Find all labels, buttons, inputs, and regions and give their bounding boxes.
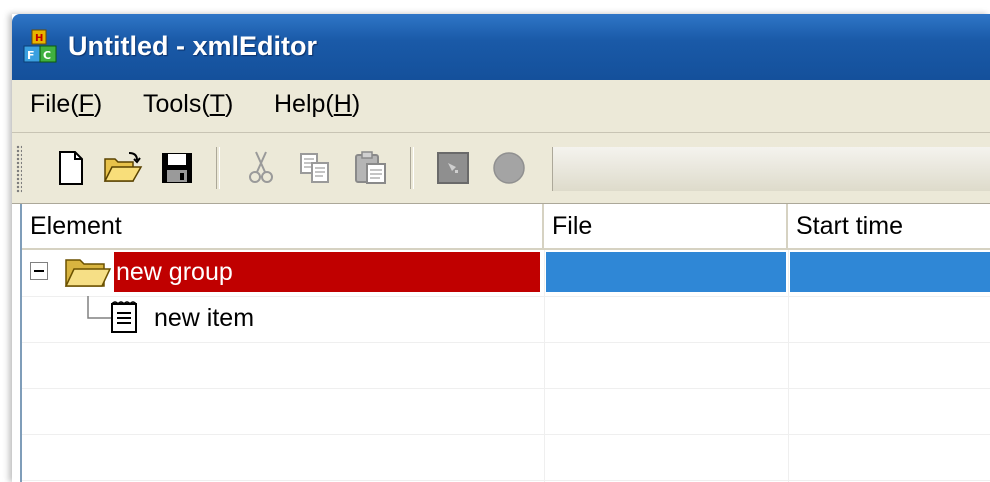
element-tree-grid: Element File Start time new group new it…	[20, 204, 990, 482]
table-row[interactable]: new group	[22, 250, 990, 297]
new-document-icon	[59, 151, 83, 185]
menu-file-label-end: )	[93, 90, 103, 118]
toolbar-separator	[410, 147, 414, 189]
svg-text:H: H	[35, 33, 43, 44]
app-window: H F C Untitled - xmlEditor File(F) Tools…	[12, 14, 990, 482]
grid-header: Element File Start time	[22, 204, 990, 250]
file-cell[interactable]	[546, 296, 786, 342]
menu-help-label-end: )	[351, 90, 361, 118]
menu-bar: File(F) Tools(T) Help(H)	[12, 80, 990, 133]
record-circle-icon	[493, 152, 525, 184]
copy-icon	[300, 153, 329, 183]
column-header-file[interactable]: File	[544, 204, 788, 248]
stop-square-icon	[437, 152, 469, 184]
collapse-toggle-icon[interactable]	[30, 262, 48, 280]
paste-icon	[355, 151, 386, 184]
menu-help-accelerator: H	[333, 90, 352, 118]
save-floppy-icon	[162, 153, 192, 183]
toolbar-grip[interactable]	[16, 145, 22, 193]
menu-tools-accelerator: T	[209, 90, 225, 118]
open-button[interactable]	[102, 145, 144, 191]
toolbar	[12, 133, 990, 204]
tree-item-label[interactable]: new item	[154, 304, 254, 333]
stop-button[interactable]	[432, 145, 474, 191]
save-button[interactable]	[156, 145, 198, 191]
copy-button[interactable]	[294, 145, 336, 191]
empty-row	[22, 342, 990, 389]
menu-help-label: Help(	[274, 90, 334, 118]
tree-item-label[interactable]: new group	[116, 258, 233, 287]
toolbar-filler	[552, 147, 990, 191]
folder-open-icon	[64, 259, 112, 287]
toolbar-separator	[216, 147, 220, 189]
table-row[interactable]: new item	[22, 296, 990, 343]
menu-file-label: File(	[30, 90, 79, 118]
column-header-element[interactable]: Element	[22, 204, 544, 248]
document-item-icon	[111, 301, 137, 333]
svg-text:C: C	[43, 49, 51, 62]
menu-help[interactable]: Help(H)	[274, 90, 360, 119]
svg-text:F: F	[27, 49, 35, 62]
open-folder-icon	[103, 152, 143, 182]
empty-row	[22, 388, 990, 435]
start-time-cell[interactable]	[790, 252, 990, 292]
menu-file[interactable]: File(F)	[30, 90, 102, 119]
column-header-start-time[interactable]: Start time	[788, 204, 990, 248]
start-time-cell[interactable]	[790, 296, 990, 342]
menu-tools-label: Tools(	[143, 90, 210, 118]
title-bar[interactable]: H F C Untitled - xmlEditor	[12, 14, 990, 80]
new-document-button[interactable]	[50, 145, 92, 191]
menu-tools-label-end: )	[224, 90, 234, 118]
menu-file-accelerator: F	[78, 90, 94, 118]
blocks-app-icon: H F C	[23, 29, 57, 63]
menu-tools[interactable]: Tools(T)	[143, 90, 233, 119]
cut-scissors-icon	[249, 151, 273, 183]
window-title: Untitled - xmlEditor	[68, 31, 317, 61]
record-button[interactable]	[488, 145, 530, 191]
file-cell[interactable]	[546, 252, 786, 292]
empty-row	[22, 434, 990, 481]
paste-button[interactable]	[350, 145, 392, 191]
cut-button[interactable]	[240, 145, 282, 191]
